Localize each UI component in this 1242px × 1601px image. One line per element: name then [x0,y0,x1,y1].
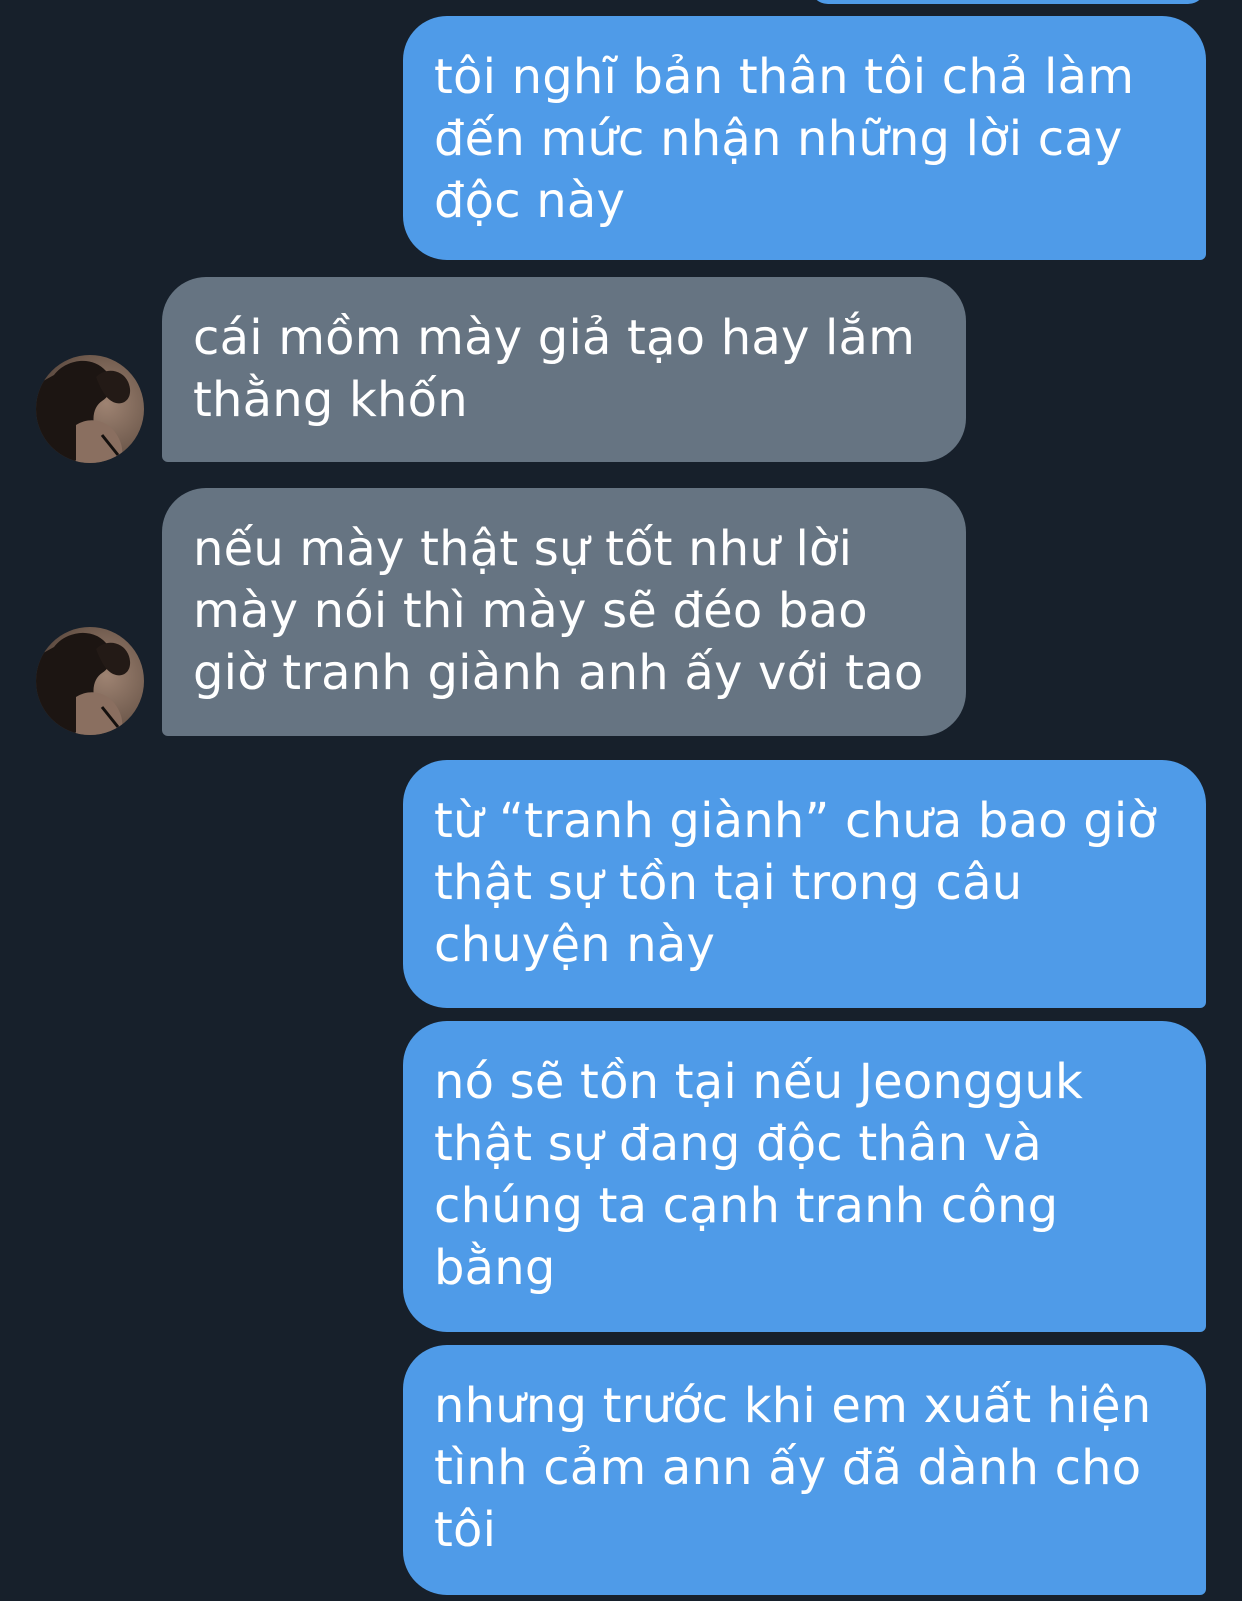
contact-avatar[interactable] [36,627,144,735]
outgoing-message-bubble[interactable]: nó sẽ tồn tại nếu Jeongguk thật sự đang … [403,1021,1206,1332]
incoming-message-bubble[interactable]: nếu mày thật sự tốt như lời mày nói thì … [162,488,966,736]
previous-message-bubble[interactable] [810,0,1206,4]
outgoing-message-bubble[interactable]: nhưng trước khi em xuất hiện tình cảm an… [403,1345,1206,1595]
profile-photo-icon [36,632,131,735]
outgoing-message-bubble[interactable]: từ “tranh giành” chưa bao giờ thật sự tồ… [403,760,1206,1008]
incoming-message-bubble[interactable]: cái mồm mày giả tạo hay lắm thằng khốn [162,277,966,462]
contact-avatar[interactable] [36,355,144,463]
profile-photo-icon [36,360,131,463]
chat-thread[interactable]: tôi nghĩ bản thân tôi chả làm đến mức nh… [0,0,1242,1601]
outgoing-message-bubble[interactable]: tôi nghĩ bản thân tôi chả làm đến mức nh… [403,16,1206,260]
